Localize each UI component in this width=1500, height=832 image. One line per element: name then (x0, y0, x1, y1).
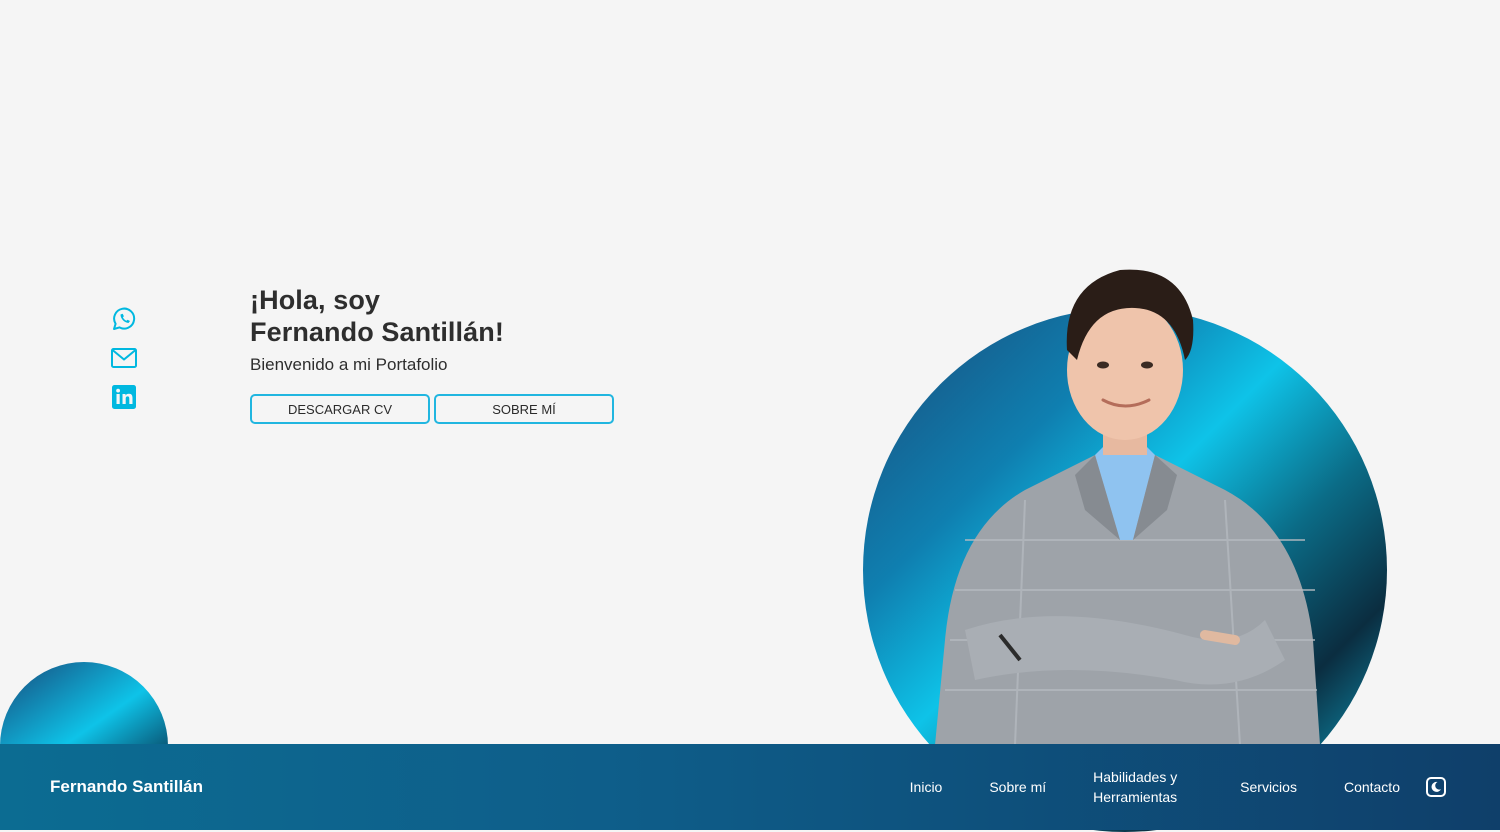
moon-icon (1431, 781, 1441, 792)
theme-toggle-button[interactable] (1426, 777, 1446, 797)
linkedin-icon (112, 385, 136, 409)
hero-title: ¡Hola, soy Fernando Santillán! (250, 284, 730, 348)
hero-section: ¡Hola, soy Fernando Santillán! Bienvenid… (250, 284, 730, 424)
linkedin-link[interactable] (110, 383, 138, 411)
nav-menu: Inicio Sobre mí Habilidades y Herramient… (863, 767, 1400, 807)
nav-item-servicios[interactable]: Servicios (1240, 777, 1297, 797)
social-links (110, 305, 140, 422)
nav-item-inicio[interactable]: Inicio (910, 777, 943, 797)
download-cv-button[interactable]: DESCARGAR CV (250, 394, 430, 424)
hero-title-line2: Fernando Santillán! (250, 317, 504, 347)
hero-buttons: DESCARGAR CV SOBRE MÍ (250, 394, 730, 424)
hero-title-line1: ¡Hola, soy (250, 285, 381, 315)
nav-item-sobre-mi[interactable]: Sobre mí (989, 777, 1046, 797)
whatsapp-link[interactable] (110, 305, 138, 333)
hero-subtitle: Bienvenido a mi Portafolio (250, 355, 448, 374)
profile-photo (935, 269, 1320, 745)
brand-name[interactable]: Fernando Santillán (50, 777, 203, 797)
about-me-button[interactable]: SOBRE MÍ (434, 394, 614, 424)
whatsapp-icon (113, 307, 136, 330)
navbar: Fernando Santillán Inicio Sobre mí Habil… (0, 744, 1500, 830)
nav-item-habilidades[interactable]: Habilidades y Herramientas (1093, 767, 1193, 807)
mail-icon (111, 348, 137, 368)
email-link[interactable] (110, 344, 138, 372)
nav-item-contacto[interactable]: Contacto (1344, 777, 1400, 797)
